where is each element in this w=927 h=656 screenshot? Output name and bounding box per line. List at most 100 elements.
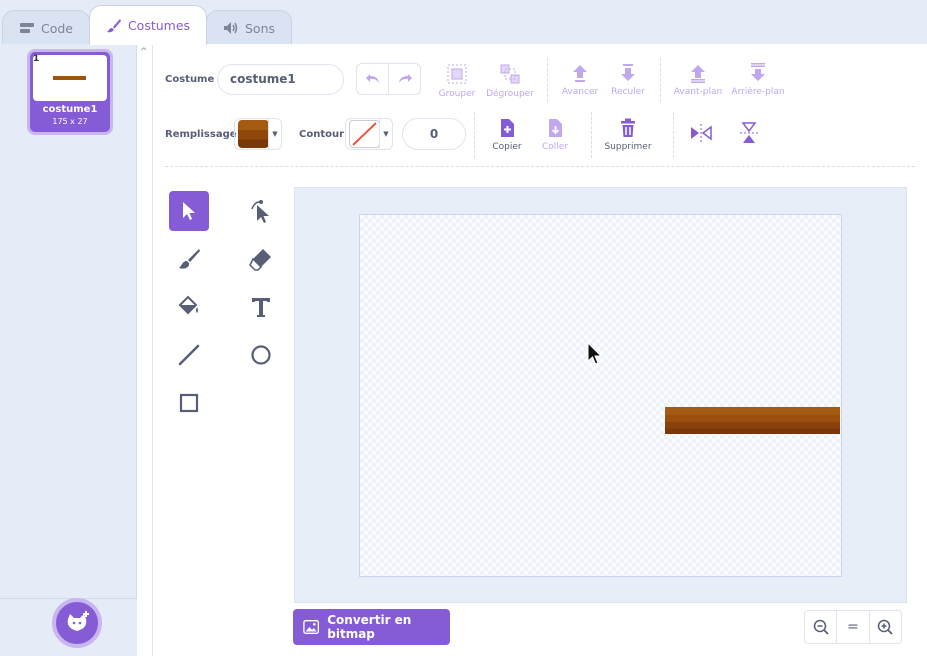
rectangle-tool[interactable] [169,383,209,423]
zoom-reset-button[interactable]: = [836,611,868,643]
fill-dropdown-icon[interactable]: ▼ [268,119,281,149]
fill-swatch [238,120,269,148]
scroll-up-icon[interactable]: ^ [140,47,148,57]
delete-label: Supprimer [604,142,652,152]
zoom-out-button[interactable] [805,611,836,643]
zoom-controls: = [804,610,902,644]
arrow-up-icon [573,65,587,82]
outline-color-button[interactable]: ▼ [345,118,393,150]
tab-code[interactable]: Code [2,10,90,45]
back-label: Arrière-plan [731,87,785,97]
tab-costumes-label: Costumes [127,18,191,33]
eraser-tool[interactable] [241,239,281,279]
tab-sounds[interactable]: Sons [206,10,292,45]
brush-tool[interactable] [169,239,209,279]
ungroup-button[interactable]: Dégrouper [483,63,537,99]
ungroup-icon [500,64,520,84]
outline-size-input[interactable]: 0 [402,118,466,150]
select-tool[interactable] [169,191,209,231]
group-label: Grouper [438,89,476,99]
mouse-cursor-icon [587,342,603,365]
paste-label: Coller [541,142,569,152]
separator [474,112,475,158]
costume-name-label: Costume [165,74,215,85]
flip-vertical-button[interactable] [737,122,761,148]
outline-label: Contour [299,129,345,140]
backward-label: Reculer [611,87,645,97]
circle-tool[interactable] [241,335,281,375]
tab-costumes[interactable]: Costumes [89,5,207,45]
group-button[interactable]: Grouper [437,63,477,99]
circle-icon [251,345,271,365]
separator [547,58,548,102]
zoom-in-button[interactable] [868,611,901,643]
flip-horizontal-button[interactable] [689,124,713,146]
ungroup-label: Dégrouper [486,89,534,99]
zoom-out-icon [813,619,829,635]
line-icon [178,344,200,366]
no-color-icon [352,122,377,146]
back-button[interactable]: Arrière-plan [729,63,787,97]
convert-bitmap-button[interactable]: Convertir en bitmap [293,609,450,645]
costume-size: 175 x 27 [52,117,88,126]
delete-button[interactable]: Supprimer [601,118,655,152]
costume-list-panel [0,44,137,656]
undo-redo-group [356,63,421,95]
separator [673,112,674,158]
group-icon [447,64,467,84]
paint-editor: Costume costume1 Grouper Dégrouper Avanc… [153,44,927,656]
line-tool[interactable] [169,335,209,375]
bring-front-icon [691,65,705,83]
fill-color-button[interactable]: ▼ [234,118,282,150]
flip-horizontal-icon [691,124,712,142]
separator [591,112,592,158]
reshape-tool[interactable] [241,191,281,231]
costume-name: costume1 [42,104,98,115]
costume-name-input[interactable]: costume1 [217,64,344,95]
costume-paddle-shape[interactable] [665,407,840,434]
undo-button[interactable] [357,64,389,94]
forward-label: Avancer [561,87,599,97]
copy-button[interactable]: Copier [488,118,526,152]
costume-item[interactable]: 1 costume1 175 x 27 [27,49,113,135]
canvas-area[interactable] [294,187,907,603]
text-tool[interactable] [241,287,281,327]
paint-bucket-icon [178,295,198,315]
image-icon [303,620,320,634]
brush-icon [106,18,121,32]
front-button[interactable]: Avant-plan [671,63,725,97]
costume-thumbnail [33,55,107,101]
redo-icon [398,74,412,83]
select-arrow-icon [183,202,195,220]
rectangle-icon [179,393,199,413]
undo-icon [365,74,379,83]
redo-button[interactable] [389,64,420,94]
text-icon [252,298,270,317]
fill-tool[interactable] [169,287,209,327]
backward-button[interactable]: Reculer [607,63,649,97]
reshape-icon [251,200,269,223]
tab-bar: Code Costumes Sons [0,0,927,45]
paste-icon [549,119,562,137]
copy-icon [501,119,514,137]
trash-icon [621,118,635,137]
brush-icon [179,249,200,269]
fill-label: Remplissage [165,129,237,140]
front-label: Avant-plan [673,87,723,97]
convert-label: Convertir en bitmap [327,613,412,641]
forward-button[interactable]: Avancer [559,63,601,97]
drawing-canvas[interactable] [359,214,842,577]
code-icon [19,23,34,33]
outline-dropdown-icon[interactable]: ▼ [379,119,392,149]
zoom-in-icon [878,619,893,635]
cat-plus-icon [67,611,89,631]
paste-button[interactable]: Coller [536,118,574,152]
costume-list-scrollbar[interactable]: ^ [137,44,153,656]
toolbar-divider [165,166,915,167]
tab-sounds-label: Sons [244,20,276,36]
outline-swatch [349,120,380,148]
costume-number: 1 [33,54,40,64]
tab-code-label: Code [40,20,73,36]
add-costume-button[interactable] [52,598,102,648]
send-back-icon [751,63,765,81]
